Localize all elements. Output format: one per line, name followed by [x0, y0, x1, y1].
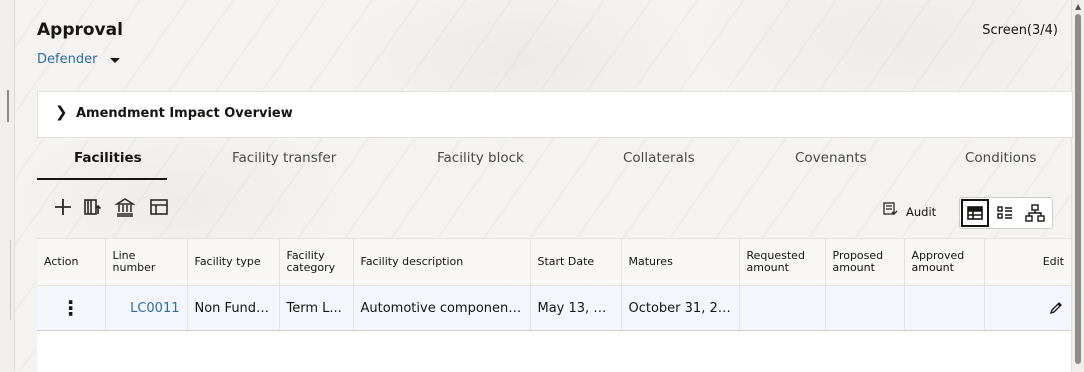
col-header-approved-amount[interactable]: Approved amount — [904, 239, 985, 286]
tab-facilities[interactable]: Facilities — [74, 150, 142, 166]
cell-start-date: May 13, 2021 — [530, 285, 622, 331]
page-title: Approval — [37, 20, 123, 40]
col-header-edit: Edit — [984, 239, 1071, 286]
cell-proposed-amount — [825, 285, 905, 331]
party-selector[interactable]: Defender — [37, 52, 97, 67]
col-header-start-date[interactable]: Start Date — [530, 239, 622, 286]
chevron-right-icon[interactable]: ❯ — [55, 103, 68, 121]
tab-facility-transfer[interactable]: Facility transfer — [232, 150, 336, 166]
active-tab-indicator — [37, 178, 167, 180]
scrollbar-thumb[interactable] — [1075, 14, 1081, 364]
cell-matures: October 31, 2025 — [621, 285, 740, 331]
line-number-link[interactable]: LC0011 — [105, 285, 188, 331]
col-header-facility-description[interactable]: Facility description — [353, 239, 531, 286]
facilities-table: Action Line number Facility type Facilit… — [37, 239, 1071, 331]
add-icon[interactable] — [52, 196, 74, 218]
audit-button[interactable]: Audit — [906, 205, 936, 219]
amendment-impact-section[interactable]: ❯ Amendment Impact Overview — [37, 91, 1073, 138]
edit-cell — [984, 285, 1071, 331]
table-row[interactable]: ⋮ LC0011 Non Funded Term L... Automotive… — [37, 285, 1071, 331]
facilities-table-container: Action Line number Facility type Facilit… — [37, 238, 1071, 372]
view-toggle-group — [959, 197, 1053, 229]
bulk-upload-icon[interactable] — [82, 196, 104, 218]
left-panel-edge — [0, 0, 15, 371]
cell-approved-amount — [904, 285, 985, 331]
tab-covenants[interactable]: Covenants — [795, 150, 867, 166]
cell-requested-amount — [739, 285, 826, 331]
pencil-icon[interactable] — [1048, 300, 1064, 316]
chevron-down-icon[interactable] — [110, 58, 120, 63]
section-title[interactable]: Amendment Impact Overview — [76, 106, 293, 121]
table-header-row: Action Line number Facility type Facilit… — [37, 239, 1071, 286]
col-header-line-number[interactable]: Line number — [105, 239, 188, 286]
table-view-icon[interactable] — [961, 199, 989, 227]
cell-facility-description: Automotive component ... — [353, 285, 531, 331]
col-header-facility-type[interactable]: Facility type — [187, 239, 280, 286]
bank-icon[interactable] — [114, 196, 136, 218]
screen-indicator: Screen(3/4) — [982, 23, 1058, 38]
col-header-matures[interactable]: Matures — [621, 239, 740, 286]
tab-bar: Facilities Facility transfer Facility bl… — [37, 150, 1071, 180]
col-header-proposed-amount[interactable]: Proposed amount — [825, 239, 905, 286]
tab-conditions[interactable]: Conditions — [965, 150, 1036, 166]
row-actions-menu-icon[interactable]: ⋮ — [37, 285, 106, 331]
col-header-action[interactable]: Action — [37, 239, 106, 286]
left-panel-marker — [7, 90, 9, 122]
tab-collaterals[interactable]: Collaterals — [623, 150, 695, 166]
cell-facility-category: Term L... — [279, 285, 354, 331]
list-view-icon[interactable] — [991, 199, 1019, 227]
cell-facility-type: Non Funded — [187, 285, 280, 331]
left-panel-marker-lower — [10, 240, 11, 320]
vertical-scrollbar[interactable]: ▲ — [1071, 0, 1084, 371]
col-header-facility-category[interactable]: Facility category — [279, 239, 354, 286]
layout-icon[interactable] — [148, 196, 170, 218]
col-header-requested-amount[interactable]: Requested amount — [739, 239, 826, 286]
tab-facility-block[interactable]: Facility block — [437, 150, 524, 166]
scroll-up-icon[interactable]: ▲ — [1075, 2, 1081, 11]
hierarchy-view-icon[interactable] — [1021, 199, 1049, 227]
audit-icon[interactable] — [882, 201, 898, 217]
